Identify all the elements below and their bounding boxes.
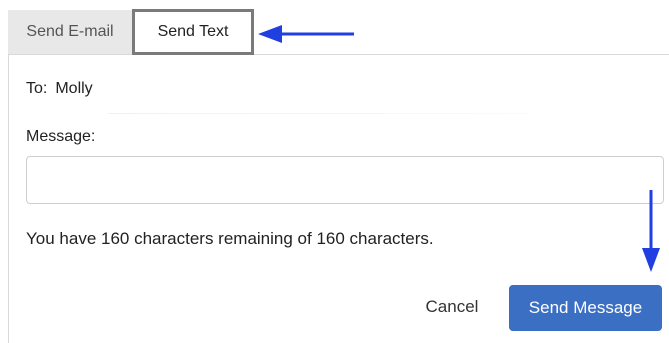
message-label: Message: — [26, 128, 96, 145]
tab-send-email[interactable]: Send E-mail — [8, 10, 132, 54]
to-label: To: — [26, 80, 48, 97]
recipient-divider — [108, 113, 528, 114]
tab-send-text[interactable]: Send Text — [132, 9, 254, 55]
send-message-button[interactable]: Send Message — [509, 285, 662, 331]
message-input[interactable] — [26, 156, 664, 204]
arrow-left-icon — [258, 25, 354, 43]
character-count-text: You have 160 characters remaining of 160… — [26, 229, 434, 248]
arrow-down-icon — [642, 190, 660, 272]
send-text-dialog: Send E-mail Send Text To: Molly Message:… — [0, 0, 669, 343]
panel-border — [8, 54, 9, 343]
recipient-row: To: Molly — [26, 80, 93, 98]
cancel-button[interactable]: Cancel — [414, 286, 490, 328]
recipient-name: Molly — [55, 80, 93, 97]
